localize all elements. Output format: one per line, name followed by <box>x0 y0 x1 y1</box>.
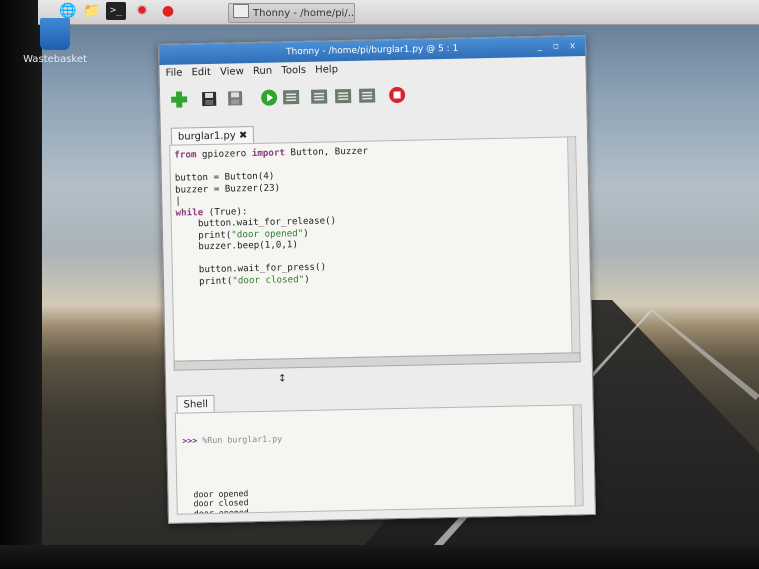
monitor-bezel <box>0 545 759 569</box>
thonny-window: Thonny - /home/pi/burglar1.py @ 5 : 1 _ … <box>158 35 596 524</box>
new-file-icon[interactable] <box>170 90 188 108</box>
code-lines: from gpiozero import Button, Buzzer butt… <box>170 137 578 291</box>
menu-edit[interactable]: Edit <box>191 67 211 78</box>
menu-help[interactable]: Help <box>315 64 338 75</box>
shell-tabs: Shell <box>176 392 216 414</box>
code-editor[interactable]: from gpiozero import Button, Buzzer butt… <box>169 136 581 362</box>
editor-vertical-scrollbar[interactable] <box>567 137 580 353</box>
shell-prompt: >>> <box>182 434 198 446</box>
shell-vertical-scrollbar[interactable] <box>572 405 583 506</box>
taskbar-item-label: Thonny - /home/pi/... <box>253 8 355 19</box>
shell-panel[interactable]: >>> %Run burglar1.py door opened door cl… <box>174 404 584 515</box>
stop-icon[interactable] <box>388 86 406 104</box>
step-into-icon[interactable] <box>334 87 352 105</box>
code-text: Button, Buzzer <box>284 145 369 159</box>
tab-shell[interactable]: Shell <box>176 394 216 414</box>
menu-file[interactable]: File <box>166 67 183 78</box>
code-keyword: import <box>251 147 286 160</box>
monitor-bezel <box>0 0 42 569</box>
code-string: "door closed" <box>232 273 305 286</box>
window-controls[interactable]: _ ▫ x <box>537 36 579 57</box>
taskbar-item-thonny[interactable]: Thonny - /home/pi/... <box>228 3 355 23</box>
shell-lines: >>> %Run burglar1.py door opened door cl… <box>176 405 584 515</box>
menu-tools[interactable]: Tools <box>281 65 306 77</box>
shell-command-line: >>> %Run burglar1.py <box>182 428 575 446</box>
debug-icon[interactable] <box>282 88 300 106</box>
menu-run[interactable]: Run <box>253 66 272 77</box>
code-string: "door opened" <box>231 227 304 241</box>
terminal-icon[interactable]: >_ <box>106 2 126 20</box>
trash-icon <box>40 18 70 50</box>
taskbar: 🌐 📁 >_ ✹ ● Thonny - /home/pi/... <box>38 0 759 25</box>
code-text: ) <box>304 273 310 285</box>
mathematica-icon[interactable]: ✹ <box>132 2 152 20</box>
save-icon[interactable] <box>226 89 244 107</box>
desktop-icon-label: Wastebasket <box>23 54 87 65</box>
code-text: buzzer.beep(1,0,1) <box>176 239 299 253</box>
window-icon <box>233 4 249 18</box>
code-keyword: from <box>174 149 197 161</box>
code-text: buzzer = Buzzer(23) <box>174 181 281 196</box>
code-text: ) <box>303 227 309 239</box>
run-icon[interactable] <box>260 88 278 106</box>
desktop-icon-wastebasket[interactable]: Wastebasket <box>20 18 90 65</box>
wolfram-icon[interactable]: ● <box>158 2 178 20</box>
open-icon[interactable] <box>200 90 218 108</box>
window-title: Thonny - /home/pi/burglar1.py @ 5 : 1 <box>286 43 459 58</box>
shell-output: door opened door closed door opened door… <box>183 482 577 515</box>
code-keyword: while <box>175 206 204 219</box>
code-text: | <box>175 195 181 207</box>
pane-resize-handle[interactable]: ↕ <box>278 373 287 384</box>
shell-command: %Run burglar1.py <box>197 433 283 445</box>
step-over-icon[interactable] <box>310 87 328 105</box>
code-text: print( <box>176 274 233 288</box>
step-out-icon[interactable] <box>358 86 376 104</box>
menu-view[interactable]: View <box>220 66 244 77</box>
code-text: (True): <box>203 205 248 218</box>
code-text: print( <box>175 229 232 242</box>
code-text: gpiozero <box>196 148 252 161</box>
